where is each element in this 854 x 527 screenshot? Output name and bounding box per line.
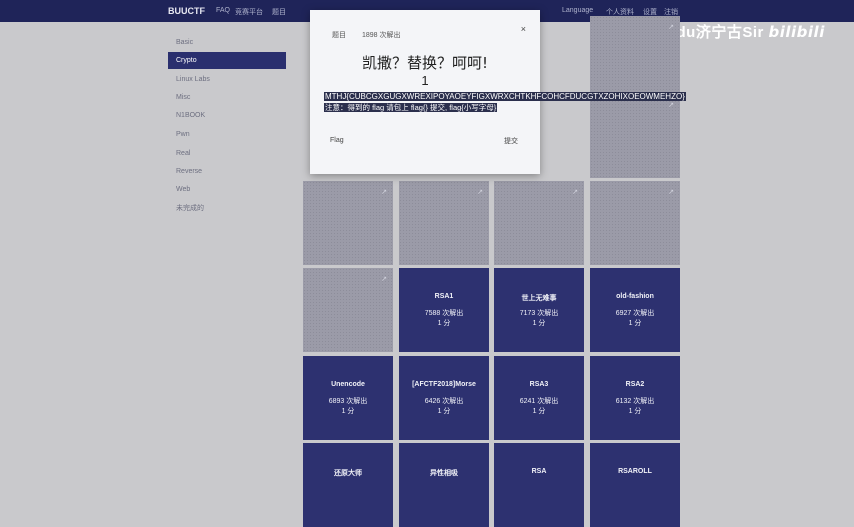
challenge-card[interactable]: RSAROLL bbox=[590, 443, 680, 527]
card-points: 1 分 bbox=[532, 320, 546, 327]
card-points: 1 分 bbox=[628, 320, 642, 327]
challenge-card[interactable]: ↗ bbox=[399, 181, 489, 265]
challenge-card[interactable]: RSA2 6132 次解出 1 分 bbox=[590, 356, 680, 440]
sidebar-item-crypto[interactable]: Crypto bbox=[168, 52, 286, 69]
card-solves: 7173 次解出 bbox=[519, 310, 559, 317]
challenge-card[interactable]: old-fashion 6927 次解出 1 分 bbox=[590, 268, 680, 352]
challenge-card[interactable]: 世上无难事 7173 次解出 1 分 bbox=[494, 268, 584, 352]
challenge-hint: 注意：得到的 flag 请包上 flag{} 提交, flag{小写字母} bbox=[324, 103, 498, 112]
sidebar-item-reverse[interactable]: Reverse bbox=[168, 163, 286, 180]
card-corner-icon: ↗ bbox=[477, 189, 483, 196]
sidebar-item-misc[interactable]: Misc bbox=[168, 89, 286, 106]
challenge-card[interactable]: [AFCTF2018]Morse 6426 次解出 1 分 bbox=[399, 356, 489, 440]
nav-link-language[interactable]: Language bbox=[562, 7, 593, 14]
card-title: RSA3 bbox=[529, 381, 549, 388]
card-solves: 7588 次解出 bbox=[424, 310, 464, 317]
card-solves: 6241 次解出 bbox=[519, 398, 559, 405]
ciphertext: MTHJ{CUBCGXGUGXWREXIPOYAOEYFIGXWRXCHTKHF… bbox=[324, 92, 686, 101]
challenge-card[interactable]: RSA bbox=[494, 443, 584, 527]
challenge-card[interactable]: Unencode 6893 次解出 1 分 bbox=[303, 356, 393, 440]
bilibili-logo: bilibili bbox=[768, 23, 825, 41]
challenge-card[interactable]: 异性相吸 bbox=[399, 443, 489, 527]
card-corner-icon: ↗ bbox=[572, 189, 578, 196]
card-points: 1 分 bbox=[628, 408, 642, 415]
card-corner-icon: ↗ bbox=[668, 102, 674, 109]
card-points: 1 分 bbox=[437, 320, 451, 327]
challenge-points: 1 bbox=[421, 73, 429, 88]
challenge-card[interactable]: ↗ bbox=[303, 181, 393, 265]
challenge-card[interactable]: RSA3 6241 次解出 1 分 bbox=[494, 356, 584, 440]
nav-link-competitions[interactable]: 竞赛平台 bbox=[235, 7, 263, 17]
card-solves: 6893 次解出 bbox=[328, 398, 368, 405]
sidebar-item-basic[interactable]: Basic bbox=[168, 34, 286, 51]
sidebar-item-n1book[interactable]: N1BOOK bbox=[168, 107, 286, 124]
card-points: 1 分 bbox=[437, 408, 451, 415]
challenge-card[interactable]: ↗ bbox=[494, 181, 584, 265]
challenge-card[interactable]: ↗ bbox=[590, 181, 680, 265]
flag-label: Flag bbox=[330, 137, 344, 144]
sidebar-item-web[interactable]: Web bbox=[168, 181, 286, 198]
card-solves: 6426 次解出 bbox=[424, 398, 464, 405]
sidebar-item-pwn[interactable]: Pwn bbox=[168, 126, 286, 143]
card-title: old-fashion bbox=[616, 293, 654, 300]
card-points: 1 分 bbox=[341, 408, 355, 415]
flag-input[interactable] bbox=[352, 132, 496, 149]
challenge-card[interactable]: 还原大师 bbox=[303, 443, 393, 527]
card-title: 异性相吸 bbox=[430, 470, 458, 477]
nav-link-challenges[interactable]: 题目 bbox=[272, 7, 286, 17]
video-watermark: Edu济宁古Sir bilibili bbox=[666, 21, 825, 42]
card-title: [AFCTF2018]Morse bbox=[412, 381, 476, 388]
watermark-text: Edu济宁古Sir bbox=[666, 24, 764, 41]
tab-challenge[interactable]: 题目 bbox=[332, 30, 346, 40]
card-solves: 6927 次解出 bbox=[615, 310, 655, 317]
card-solves: 6132 次解出 bbox=[615, 398, 655, 405]
nav-link-faq[interactable]: FAQ bbox=[216, 7, 230, 14]
card-corner-icon: ↗ bbox=[381, 189, 387, 196]
sidebar-item-linux-labs[interactable]: Linux Labs bbox=[168, 71, 286, 88]
card-title: 还原大师 bbox=[334, 470, 362, 477]
challenge-card[interactable]: ↗ bbox=[590, 16, 680, 100]
card-title: RSA2 bbox=[625, 381, 645, 388]
challenge-card[interactable]: ↗ bbox=[590, 94, 680, 178]
challenge-card[interactable]: RSA1 7588 次解出 1 分 bbox=[399, 268, 489, 352]
brand-logo[interactable]: BUUCTF bbox=[168, 6, 205, 16]
challenge-card[interactable]: ↗ bbox=[303, 268, 393, 352]
card-title: 世上无难事 bbox=[521, 295, 557, 302]
card-points: 1 分 bbox=[532, 408, 546, 415]
submit-button[interactable]: 提交 bbox=[504, 136, 518, 146]
sidebar-item-real[interactable]: Real bbox=[168, 145, 286, 162]
close-icon[interactable]: × bbox=[521, 24, 526, 34]
card-corner-icon: ↗ bbox=[668, 24, 674, 31]
card-corner-icon: ↗ bbox=[381, 276, 387, 283]
card-corner-icon: ↗ bbox=[668, 189, 674, 196]
card-title: Unencode bbox=[331, 381, 365, 388]
card-title: RSA1 bbox=[434, 293, 454, 300]
sidebar-item-unsolved[interactable]: 未完成的 bbox=[168, 200, 286, 217]
tab-solves[interactable]: 1898 次解出 bbox=[362, 30, 401, 40]
challenge-title: 凯撒？替换？呵呵! bbox=[361, 54, 488, 72]
